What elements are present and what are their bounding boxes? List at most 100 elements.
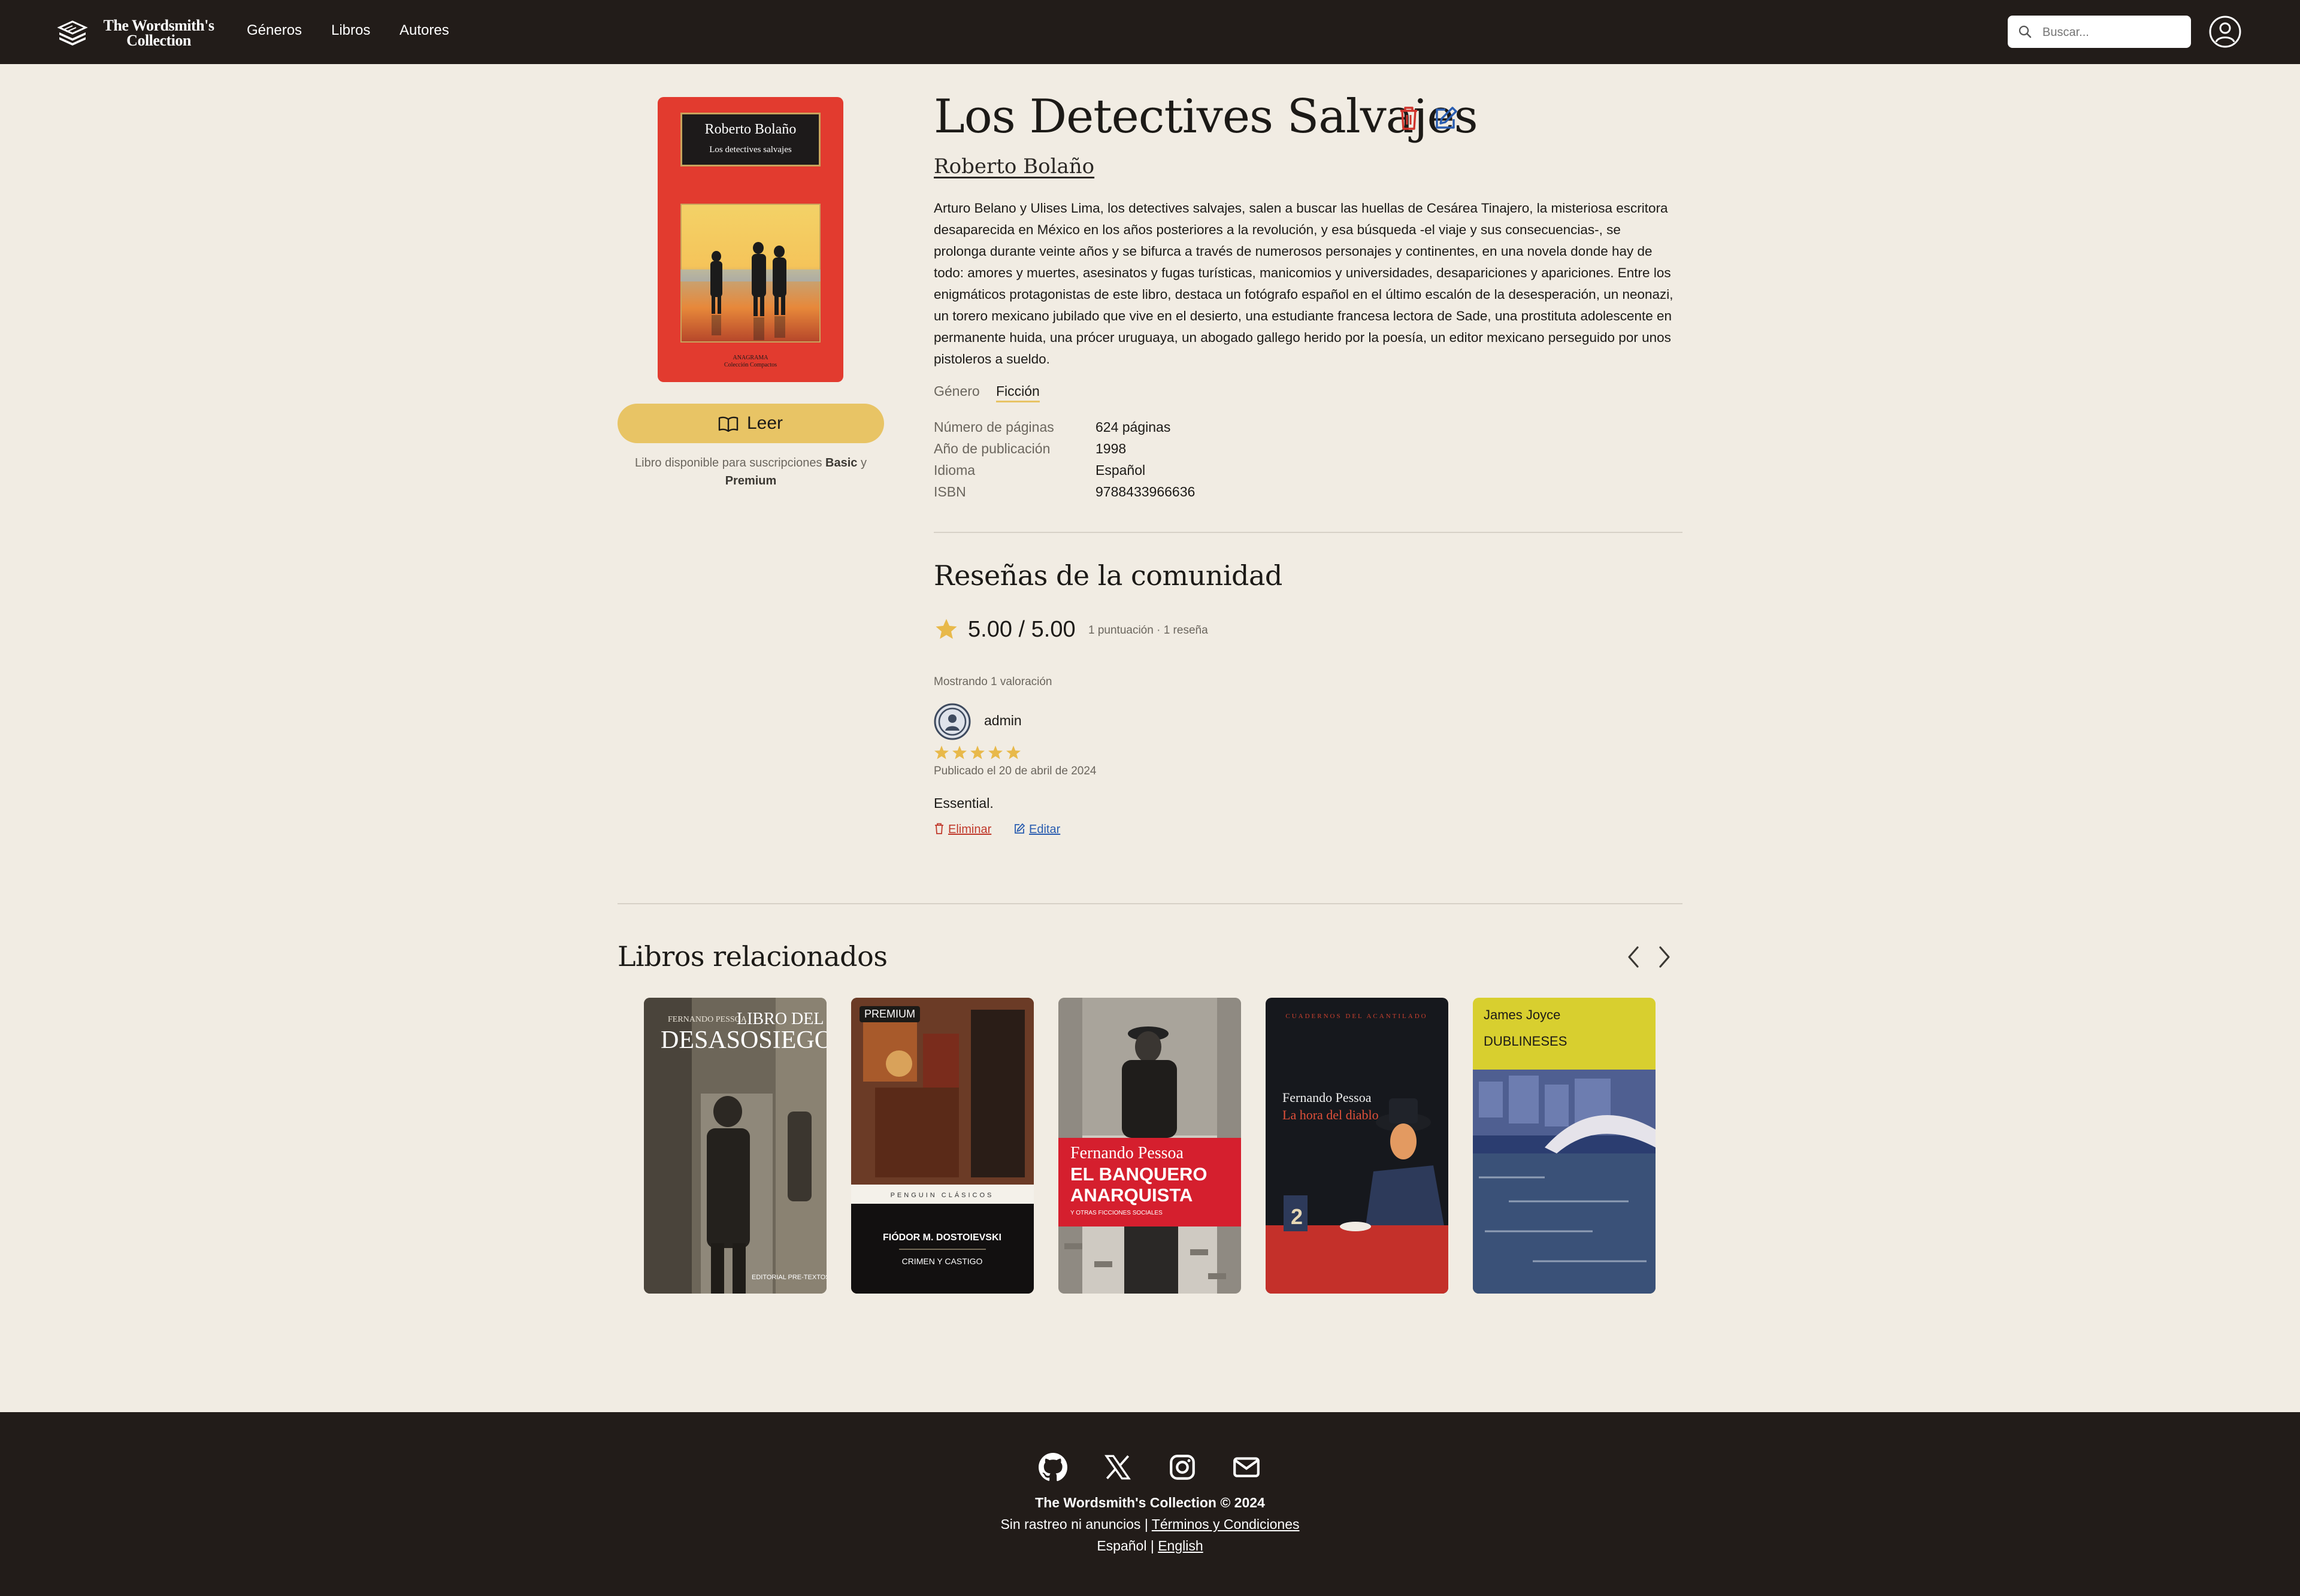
related-book-author: Fernando Pessoa — [1282, 1090, 1372, 1105]
read-button[interactable]: Leer — [618, 404, 884, 443]
cover-title: Los detectives salvajes — [709, 145, 792, 155]
star-icon — [970, 746, 985, 759]
related-book-subtitle: Y OTRAS FICCIONES SOCIALES — [1070, 1210, 1163, 1216]
reviewer-name: admin — [984, 713, 1022, 728]
nav-link-authors[interactable]: Autores — [400, 22, 449, 39]
related-book-card[interactable]: James Joyce DUBLINESES — [1473, 998, 1656, 1294]
avatar — [934, 703, 971, 740]
cover-author: Roberto Bolaño — [704, 122, 797, 137]
cover-publisher: ANAGRAMA Colección Compactos — [658, 355, 843, 369]
github-icon[interactable] — [1038, 1452, 1068, 1482]
book-description: Arturo Belano y Ulises Lima, los detecti… — [934, 201, 1673, 367]
meta-label: Número de páginas — [934, 419, 1054, 435]
related-book-title: La hora del diablo — [1282, 1107, 1379, 1122]
related-book-title: DUBLINESES — [1484, 1034, 1567, 1049]
meta-label: Año de publicación — [934, 441, 1051, 456]
genre-label: Género — [934, 383, 980, 399]
related-book-title-line-1: LIBRO DEL — [737, 1010, 824, 1028]
star-icon — [952, 746, 967, 759]
divider — [618, 903, 1682, 904]
book-cover-image: FERNANDO PESSOA LIBRO DEL DESASOSIEGO ED… — [644, 998, 827, 1294]
cover-painting-image — [680, 204, 821, 343]
edit-icon — [1015, 823, 1025, 834]
terms-link[interactable]: Términos y Condiciones — [1152, 1516, 1300, 1532]
ratings-count: 1 puntuación · 1 reseña — [1088, 624, 1208, 637]
plan-basic: Basic — [825, 456, 858, 470]
meta-label: ISBN — [934, 484, 966, 499]
cover-collection-name: Colección Compactos — [724, 362, 777, 368]
related-book-title-line-2: ANARQUISTA — [1070, 1185, 1193, 1206]
book-cover-image: PENGUIN CLÁSICOS FIÓDOR M. DOSTOIEVSKI C… — [851, 998, 1034, 1294]
edit-review-link[interactable]: Editar — [1013, 823, 1060, 837]
related-book-author: FIÓDOR M. DOSTOIEVSKI — [883, 1231, 1001, 1243]
showing-count: Mostrando 1 valoración — [934, 676, 1052, 688]
chevron-right-icon[interactable] — [1656, 945, 1673, 969]
book-cover-image: Fernando Pessoa EL BANQUERO ANARQUISTA Y… — [1058, 998, 1241, 1294]
star-icon — [1006, 746, 1021, 759]
language-english-link[interactable]: English — [1158, 1538, 1203, 1553]
cover-publisher-name: ANAGRAMA — [733, 355, 768, 361]
genre-tag[interactable]: Ficción — [996, 383, 1040, 402]
delete-review-link[interactable]: Eliminar — [934, 823, 991, 837]
nav-link-books[interactable]: Libros — [331, 22, 370, 39]
search-box — [2008, 16, 2191, 48]
availability-note: Libro disponible para suscripciones Basi… — [618, 454, 884, 490]
meta-value: 624 páginas — [1095, 419, 1171, 435]
average-score: 5.00 / 5.00 — [968, 617, 1076, 642]
footer-privacy-line: Sin rastreo ni anuncios | Términos y Con… — [0, 1516, 2300, 1533]
user-account-icon[interactable] — [2208, 15, 2242, 49]
search-icon — [2018, 25, 2032, 38]
book-title: Los Detectives Salvajes — [934, 90, 1478, 144]
delete-book-icon[interactable] — [1397, 105, 1421, 131]
brand-line-1: The Wordsmith's — [103, 17, 214, 34]
reviews-heading: Reseñas de la comunidad — [934, 559, 1282, 592]
plan-premium: Premium — [725, 474, 777, 487]
cover-label: Roberto Bolaño Los detectives salvajes — [680, 113, 821, 166]
divider — [934, 532, 1682, 533]
related-book-card[interactable]: FERNANDO PESSOA LIBRO DEL DESASOSIEGO ED… — [644, 998, 827, 1294]
premium-badge: PREMIUM — [860, 1006, 920, 1022]
chevron-left-icon[interactable] — [1624, 945, 1642, 969]
search-input[interactable] — [2041, 22, 2181, 43]
availability-prefix: Libro disponible para suscripciones — [635, 456, 822, 470]
book-cover-image: CUADERNOS DEL ACANTILADO 2 Fernando Pess… — [1266, 998, 1448, 1294]
related-book-title: CRIMEN Y CASTIGO — [902, 1256, 983, 1266]
related-book-author: James Joyce — [1484, 1007, 1560, 1022]
books-logo-icon[interactable] — [57, 17, 88, 47]
nav-link-genres[interactable]: Géneros — [247, 22, 302, 39]
edit-book-icon[interactable] — [1432, 105, 1458, 131]
meta-value: 1998 — [1095, 441, 1127, 456]
related-books-heading: Libros relacionados — [618, 940, 888, 973]
related-book-card[interactable]: CUADERNOS DEL ACANTILADO 2 Fernando Pess… — [1266, 998, 1448, 1294]
related-book-author: FERNANDO PESSOA — [668, 1015, 748, 1024]
availability-and: y — [860, 456, 867, 470]
related-book-series: CUADERNOS DEL ACANTILADO — [1285, 1013, 1427, 1020]
meta-value: Español — [1095, 462, 1146, 478]
related-book-author: Fernando Pessoa — [1070, 1144, 1184, 1162]
brand-name[interactable]: The Wordsmith's Collection — [96, 17, 222, 49]
delete-review-label: Eliminar — [948, 823, 992, 836]
footer-copyright: The Wordsmith's Collection © 2024 — [1035, 1495, 1265, 1510]
book-cover: Roberto Bolaño Los detectives salvajes A… — [658, 97, 843, 382]
footer: The Wordsmith's Collection © 2024 Sin ra… — [0, 1412, 2300, 1596]
read-button-label: Leer — [747, 413, 783, 433]
related-book-card[interactable]: Fernando Pessoa EL BANQUERO ANARQUISTA Y… — [1058, 998, 1241, 1294]
review-stars — [934, 746, 1021, 759]
x-twitter-icon[interactable] — [1103, 1452, 1133, 1482]
star-icon — [988, 746, 1003, 759]
trash-icon — [935, 823, 943, 834]
star-icon — [934, 746, 949, 759]
edit-review-label: Editar — [1029, 823, 1061, 836]
language-current: Español — [1097, 1538, 1147, 1553]
book-author-link[interactable]: Roberto Bolaño — [934, 155, 1094, 178]
related-book-publisher: EDITORIAL PRE-TEXTOS — [752, 1274, 827, 1281]
related-book-title-line-2: DESASOSIEGO — [661, 1026, 827, 1054]
related-book-card[interactable]: PENGUIN CLÁSICOS FIÓDOR M. DOSTOIEVSKI C… — [851, 998, 1034, 1294]
review-text: Essential. — [934, 795, 994, 811]
mail-icon[interactable] — [1231, 1452, 1261, 1482]
star-icon — [936, 619, 957, 639]
related-book-title-line-1: EL BANQUERO — [1070, 1164, 1208, 1185]
instagram-icon[interactable] — [1167, 1452, 1197, 1482]
related-book-series: PENGUIN CLÁSICOS — [891, 1191, 994, 1199]
language-separator: | — [1150, 1538, 1154, 1553]
